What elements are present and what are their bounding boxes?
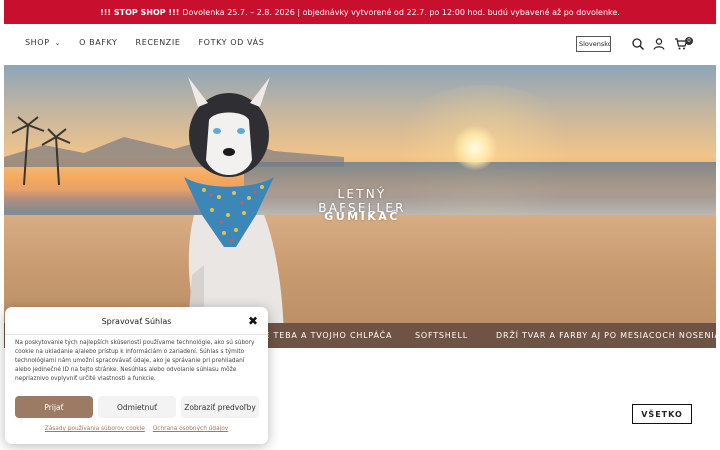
announcement-bar: !!! STOP SHOP !!! Dovolenka 25.7. – 2.8.… — [4, 0, 716, 24]
hero-banner[interactable]: LETNÝ BAFSELLER GUMIKAČ — [4, 65, 716, 348]
cookie-title: Spravovať Súhlas — [101, 317, 172, 326]
nav-fotky-label: FOTKY OD VÁS — [198, 38, 265, 47]
cart-count-badge: 0 — [685, 37, 693, 45]
nav-o-bafky[interactable]: O BAFKY — [79, 38, 117, 47]
cookie-consent-dialog: Spravovať Súhlas ✖ Na poskytovanie tých … — [5, 307, 268, 444]
accept-button[interactable]: Prijať — [15, 396, 93, 418]
nav-fotky[interactable]: FOTKY OD VÁS — [198, 38, 264, 47]
announcement-text: Dovolenka 25.7. – 2.8. 2026 | objednávky… — [182, 7, 620, 17]
nav-o-bafky-label: O BAFKY — [79, 38, 118, 47]
cookie-text: Na poskytovanie tých najlepších skúsenos… — [15, 340, 255, 382]
band-item-1: RE TEBA A TVOJHO CHLPÁČA — [258, 331, 393, 340]
cookie-divider — [5, 334, 268, 335]
nav-recenzie[interactable]: RECENZIE — [136, 38, 181, 47]
nav-recenzie-label: RECENZIE — [135, 38, 181, 47]
site-header: SHOP ⌄ O BAFKY RECENZIE FOTKY OD VÁS Slo… — [0, 24, 720, 65]
search-icon[interactable] — [631, 37, 645, 51]
language-value: Slovensko — [579, 40, 611, 48]
nav-shop[interactable]: SHOP ⌄ — [25, 38, 61, 47]
preferences-button[interactable]: Zobraziť predvoľby — [181, 396, 259, 418]
account-icon[interactable] — [652, 37, 666, 51]
page: !!! STOP SHOP !!! Dovolenka 25.7. – 2.8.… — [0, 0, 720, 450]
nav-shop-label: SHOP — [25, 38, 50, 47]
view-all-button[interactable]: VŠETKO — [632, 404, 692, 424]
deny-button[interactable]: Odmietnuť — [98, 396, 176, 418]
band-item-2: SOFTSHELL — [415, 331, 468, 340]
sun — [452, 125, 498, 171]
husky-dog-image — [184, 75, 284, 348]
cookie-links: Zásady používania súborov cookie Ochrana… — [5, 426, 268, 432]
chevron-down-icon: ⌄ — [54, 38, 62, 47]
band-item-3: DRŽÍ TVAR A FARBY AJ PO MESIACOCH NOSENI… — [496, 331, 720, 340]
privacy-policy-link[interactable]: Ochrana osobných údajov — [153, 426, 229, 432]
cookie-policy-link[interactable]: Zásady používania súborov cookie — [45, 426, 145, 432]
close-icon[interactable]: ✖ — [246, 314, 260, 328]
announcement-bold: !!! STOP SHOP !!! — [100, 7, 180, 17]
hero-subtitle: GUMIKAČ — [324, 210, 400, 223]
language-select[interactable]: Slovensko ▼ — [576, 36, 611, 52]
palm-trees — [11, 116, 71, 185]
main-nav: SHOP ⌄ O BAFKY RECENZIE FOTKY OD VÁS — [25, 38, 282, 47]
